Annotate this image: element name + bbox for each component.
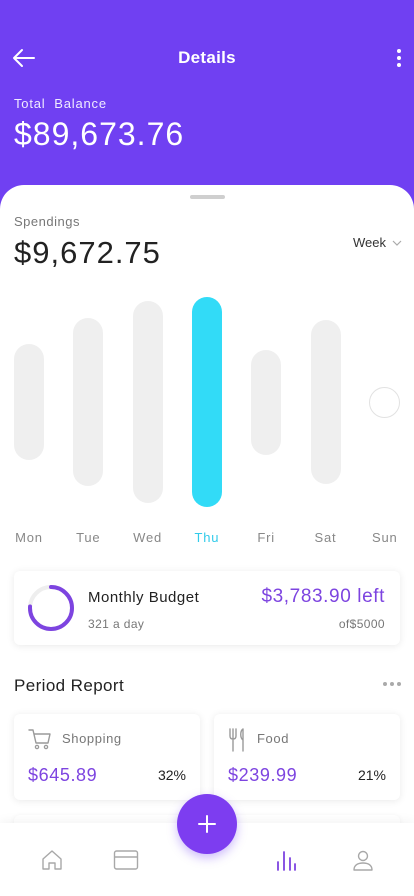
add-transaction-button[interactable] — [177, 794, 237, 854]
chart-bar-wed[interactable] — [132, 301, 163, 503]
shopping-cart-icon — [28, 729, 51, 750]
chart-bar-tue[interactable] — [73, 318, 104, 486]
plus-icon — [198, 815, 216, 833]
details-sheet: Spendings $9,672.75 Week Mon Tue Wed Thu Fri… — [0, 185, 414, 896]
total-balance-label: Total Balance — [14, 96, 107, 111]
more-vertical-icon-dot — [397, 63, 401, 67]
period-dropdown[interactable]: Week — [353, 235, 402, 250]
chart-bar-sun[interactable] — [368, 387, 400, 418]
budget-progress-ring — [28, 585, 74, 631]
user-icon — [353, 850, 373, 871]
sheet-grabber[interactable] — [190, 195, 225, 199]
more-options-button[interactable] — [394, 44, 404, 72]
chart-bar-thu[interactable] — [191, 297, 222, 507]
chart-bar-sat[interactable] — [310, 320, 341, 484]
category-amount: $239.99 — [228, 765, 298, 785]
chart-day-label[interactable]: Mon — [9, 530, 49, 545]
chart-bar-mon[interactable] — [14, 344, 44, 460]
monthly-budget-card[interactable]: Monthly Budget 321 a day $3,783.90 left … — [14, 571, 400, 645]
chart-day-label[interactable]: Tue — [68, 530, 108, 545]
category-card-food[interactable]: Food $239.99 21% — [214, 714, 400, 800]
chart-bar-fri[interactable] — [251, 349, 282, 455]
budget-title: Monthly Budget — [88, 589, 200, 606]
chart-day-label[interactable]: Wed — [128, 530, 168, 545]
spendings-value: $9,672.75 — [14, 235, 161, 270]
chevron-down-icon — [392, 240, 402, 246]
more-horizontal-icon-dot — [390, 682, 394, 686]
total-balance-value: $89,673.76 — [14, 116, 185, 152]
category-card-shopping[interactable]: Shopping $645.89 32% — [14, 714, 200, 800]
home-icon — [42, 850, 62, 870]
period-dropdown-value: Week — [353, 235, 386, 250]
budget-remaining: $3,783.90 left — [261, 586, 385, 607]
chart-day-label[interactable]: Sun — [365, 530, 405, 545]
chart-day-label[interactable]: Sat — [306, 530, 346, 545]
category-amount: $645.89 — [28, 765, 98, 785]
category-name: Food — [257, 731, 290, 746]
spendings-chart: Mon Tue Wed Thu Fri Sat Sun — [0, 295, 414, 555]
category-name: Shopping — [62, 731, 122, 746]
period-report-more-button[interactable] — [383, 682, 401, 686]
page-title: Details — [178, 48, 236, 67]
spendings-label: Spendings — [14, 214, 80, 229]
tab-profile[interactable] — [348, 845, 378, 875]
chart-day-label[interactable]: Thu — [187, 530, 227, 545]
more-vertical-icon — [397, 49, 401, 53]
header: Details Total Balance $89,673.76 — [0, 0, 414, 200]
more-horizontal-icon — [383, 682, 387, 686]
budget-daily: 321 a day — [88, 617, 145, 631]
more-horizontal-icon-dot — [397, 682, 401, 686]
tab-home[interactable] — [37, 845, 67, 875]
tab-stats[interactable] — [271, 845, 301, 875]
fork-knife-icon — [229, 728, 244, 752]
stats-icon — [277, 851, 296, 871]
chart-day-label[interactable]: Fri — [246, 530, 286, 545]
category-percent: 21% — [357, 767, 386, 783]
more-vertical-icon-dot — [397, 56, 401, 60]
tab-cards[interactable] — [111, 845, 141, 875]
budget-total: of$5000 — [338, 617, 385, 631]
period-report-title: Period Report — [14, 676, 125, 695]
card-icon — [113, 850, 139, 870]
category-percent: 32% — [157, 767, 186, 783]
